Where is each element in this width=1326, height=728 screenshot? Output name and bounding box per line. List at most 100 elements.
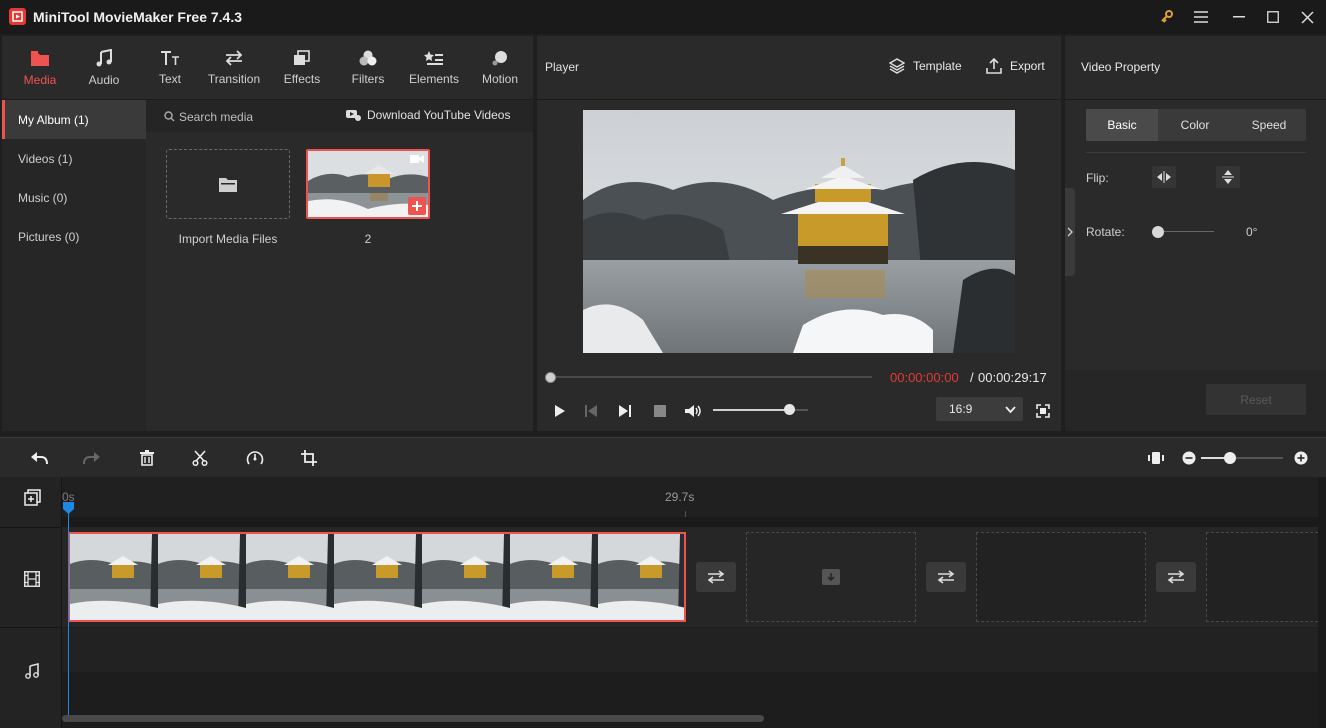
previous-frame-button[interactable] — [580, 400, 602, 422]
progress-track[interactable] — [550, 376, 872, 378]
media-clip-thumbnail[interactable] — [306, 149, 430, 219]
flip-vertical-icon — [1222, 170, 1234, 184]
playhead[interactable] — [68, 509, 69, 715]
album-item-videos[interactable]: Videos (1) — [2, 139, 146, 178]
tab-effects-label: Effects — [283, 72, 321, 86]
tab-transition[interactable]: Transition — [202, 36, 266, 100]
reset-button[interactable]: Reset — [1206, 384, 1306, 415]
zoom-in-icon — [1294, 451, 1308, 465]
album-item-my-album[interactable]: My Album (1) — [2, 100, 146, 139]
zoom-track[interactable] — [1201, 457, 1283, 459]
video-track-header[interactable] — [22, 569, 42, 589]
next-frame-button[interactable] — [614, 400, 636, 422]
fullscreen-button[interactable] — [1032, 400, 1054, 422]
tab-text[interactable]: Text — [140, 36, 200, 100]
empty-clip-slot[interactable] — [746, 532, 916, 622]
tab-color[interactable]: Color — [1158, 109, 1232, 141]
add-track-button[interactable] — [22, 487, 42, 507]
tab-media[interactable]: Media — [10, 36, 70, 100]
album-item-music[interactable]: Music (0) — [2, 178, 146, 217]
progress-handle[interactable] — [545, 372, 556, 383]
film-strip-icon — [24, 571, 40, 587]
tab-effects[interactable]: Effects — [272, 36, 332, 100]
undo-icon — [31, 452, 48, 465]
rotate-slider-handle[interactable] — [1152, 226, 1164, 238]
clip-name-label: 2 — [364, 232, 372, 246]
split-button[interactable] — [183, 438, 217, 478]
text-icon — [161, 51, 179, 65]
speed-button[interactable] — [238, 438, 272, 478]
undo-button[interactable] — [22, 438, 56, 478]
preview-image — [583, 110, 1015, 353]
delete-button[interactable] — [130, 438, 164, 478]
vertical-scrollbar[interactable] — [1318, 477, 1326, 728]
flip-horizontal-icon — [1157, 171, 1171, 183]
zoom-out-button[interactable] — [1181, 450, 1197, 466]
flip-horizontal-button[interactable] — [1152, 166, 1176, 188]
time-ruler[interactable]: 0s 29.7s — [62, 477, 1318, 517]
timeline-toolbar — [0, 437, 1326, 477]
aspect-ratio-select[interactable]: 16:9 — [936, 397, 1023, 421]
crop-button[interactable] — [292, 438, 326, 478]
current-time: 00:00:00:00 — [890, 370, 959, 385]
playhead-handle[interactable] — [63, 502, 74, 514]
layers-icon — [889, 58, 905, 74]
export-button[interactable]: Export — [986, 58, 1045, 74]
tab-audio[interactable]: Audio — [74, 36, 134, 100]
empty-clip-slot[interactable] — [976, 532, 1146, 622]
import-media-button[interactable] — [166, 149, 290, 219]
close-icon[interactable] — [1290, 0, 1324, 34]
title-bar: MiniTool MovieMaker Free 7.4.3 — [0, 0, 1326, 34]
redo-button[interactable] — [75, 438, 109, 478]
download-youtube-button[interactable]: Download YouTube Videos — [346, 108, 510, 122]
rotate-slider-track[interactable] — [1157, 231, 1214, 232]
property-footer: Reset — [1065, 370, 1326, 431]
tab-media-label: Media — [23, 72, 57, 87]
fullscreen-icon — [1036, 404, 1050, 418]
import-media-label: Import Media Files — [178, 232, 278, 246]
export-label: Export — [1010, 59, 1045, 73]
audio-track-header[interactable] — [22, 661, 42, 681]
music-note-icon — [96, 49, 112, 67]
stop-button[interactable] — [649, 400, 671, 422]
key-icon[interactable] — [1150, 0, 1184, 34]
horizontal-scrollbar[interactable] — [62, 715, 764, 722]
tab-filters-label: Filters — [351, 72, 385, 86]
tab-audio-label: Audio — [88, 73, 120, 87]
minimize-icon[interactable] — [1222, 0, 1256, 34]
main-toolbar: Media Audio Text Transition Effects Filt… — [2, 36, 533, 100]
zoom-out-icon — [1182, 451, 1196, 465]
zoom-in-button[interactable] — [1293, 450, 1309, 466]
tab-speed[interactable]: Speed — [1232, 109, 1306, 141]
volume-button[interactable] — [682, 400, 704, 422]
empty-clip-slot[interactable] — [1206, 532, 1318, 622]
transition-slot[interactable] — [696, 562, 736, 592]
add-to-timeline-button[interactable] — [408, 197, 426, 215]
maximize-icon[interactable] — [1256, 0, 1290, 34]
video-property-panel: Video Property Basic Color Speed Flip: R… — [1065, 36, 1326, 431]
album-item-pictures[interactable]: Pictures (0) — [2, 217, 146, 256]
video-clip[interactable] — [68, 532, 686, 622]
tab-text-label: Text — [158, 72, 181, 86]
music-note-icon — [25, 663, 39, 679]
volume-handle[interactable] — [784, 404, 795, 415]
menu-icon[interactable] — [1184, 0, 1218, 34]
flip-vertical-button[interactable] — [1216, 166, 1240, 188]
tab-elements[interactable]: Elements — [404, 36, 464, 100]
fit-timeline-button[interactable] — [1139, 438, 1173, 478]
search-input[interactable]: Search media — [179, 110, 253, 124]
transition-slot[interactable] — [926, 562, 966, 592]
rotate-label: Rotate: — [1086, 225, 1125, 239]
play-button[interactable] — [549, 400, 571, 422]
template-button[interactable]: Template — [889, 58, 962, 74]
folder-icon — [219, 177, 237, 192]
tab-motion[interactable]: Motion — [470, 36, 530, 100]
tab-basic[interactable]: Basic — [1086, 109, 1158, 141]
transition-slot[interactable] — [1156, 562, 1196, 592]
export-icon — [986, 58, 1002, 74]
tab-filters[interactable]: Filters — [338, 36, 398, 100]
zoom-handle[interactable] — [1223, 452, 1236, 464]
player-panel: Player Template Export 00:00:00:00 / 00:… — [537, 36, 1061, 431]
collapse-panel-button[interactable] — [1065, 188, 1075, 276]
video-preview[interactable] — [583, 110, 1015, 353]
